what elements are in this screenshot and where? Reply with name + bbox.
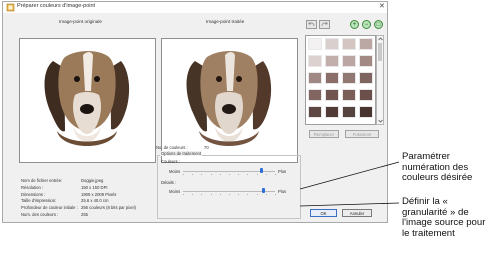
annotation-colors: Paramétrer numération des couleurs désir… [402,151,473,183]
annotation-granularity: Définir la « granularité » de l'image so… [402,196,486,239]
callout-line-colors [299,161,400,190]
callout-line-detail [299,202,400,207]
